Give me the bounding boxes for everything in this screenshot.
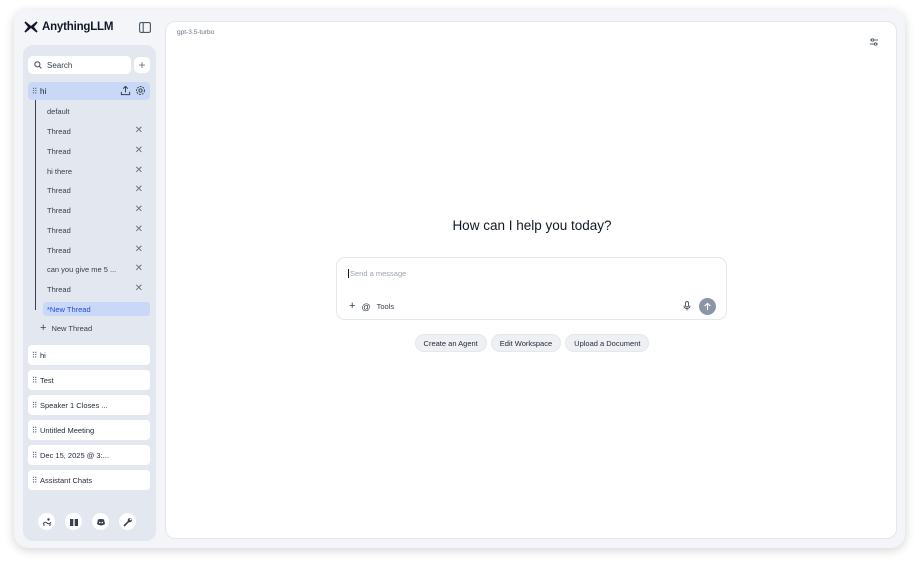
community-icon <box>42 517 51 526</box>
thread-label: Thread <box>47 245 71 255</box>
thread-tree-line <box>35 100 36 310</box>
workspace-name: Untitled Meeting <box>40 425 95 435</box>
settings-wrench-icon <box>123 517 132 526</box>
mention-at-icon[interactable]: @ <box>361 302 370 312</box>
model-name[interactable]: gpt-3.5-turbo <box>177 29 214 36</box>
workspace-name: hi <box>40 86 47 96</box>
new-thread-button[interactable]: + New Thread <box>40 323 92 334</box>
thread-label: Thread <box>47 146 71 156</box>
drag-handle-icon[interactable]: ⠿ <box>28 376 40 385</box>
arrow-up-icon <box>704 302 711 311</box>
chat-panel: gpt-3.5-turbo How can I help you today? … <box>165 21 897 539</box>
thread-item[interactable]: Thread ✕ <box>43 144 150 158</box>
workspace-name: hi <box>40 350 46 360</box>
docs-book-icon <box>69 518 78 526</box>
gear-icon[interactable] <box>135 85 146 96</box>
delete-thread-icon[interactable]: ✕ <box>135 244 143 256</box>
workspace-item[interactable]: ⠿ Dec 15, 2025 @ 3:... <box>28 445 150 465</box>
workspace-item[interactable]: ⠿ Speaker 1 Closes ... <box>28 395 150 415</box>
edit-workspace-button[interactable]: Edit Workspace <box>490 334 562 352</box>
tools-button[interactable]: Tools <box>377 302 395 311</box>
composer-tools: + @ Tools <box>349 301 394 312</box>
thread-item[interactable]: Thread ✕ <box>43 282 150 296</box>
app-name: AnythingLLM <box>42 21 114 33</box>
drag-handle-icon[interactable]: ⠿ <box>28 476 40 485</box>
thread-label: Thread <box>47 225 71 235</box>
search-placeholder: Search <box>47 60 73 70</box>
suggestion-chips: Create an Agent Edit Workspace Upload a … <box>166 334 898 352</box>
sliders-icon[interactable] <box>869 37 879 47</box>
thread-item[interactable]: Thread ✕ <box>43 183 150 197</box>
workspace-name: Test <box>40 375 54 385</box>
workspace-name: Speaker 1 Closes ... <box>40 400 108 410</box>
message-composer[interactable]: Send a message + @ Tools <box>336 257 727 320</box>
create-agent-button[interactable]: Create an Agent <box>414 334 487 352</box>
delete-thread-icon[interactable]: ✕ <box>135 145 143 157</box>
discord-button[interactable] <box>92 513 109 530</box>
workspace-name: Assistant Chats <box>40 475 93 485</box>
thread-label: Thread <box>47 126 71 136</box>
delete-thread-icon[interactable]: ✕ <box>135 125 143 137</box>
upload-document-button[interactable]: Upload a Document <box>565 334 650 352</box>
thread-label: Thread <box>47 185 71 195</box>
search-icon <box>34 61 42 69</box>
new-workspace-button[interactable]: + <box>134 57 150 73</box>
thread-item[interactable]: can you give me 5 ... ✕ <box>43 262 150 276</box>
app-logo: AnythingLLM <box>24 21 113 33</box>
thread-item[interactable]: Thread ✕ <box>43 124 150 138</box>
thread-label: *New Thread <box>47 304 91 314</box>
thread-label: hi there <box>47 166 73 176</box>
workspace-item[interactable]: ⠿ Assistant Chats <box>28 470 150 490</box>
thread-item[interactable]: Thread ✕ <box>43 223 150 237</box>
thread-label: Thread <box>47 205 71 215</box>
workspace-item[interactable]: ⠿ hi <box>28 345 150 365</box>
thread-item-current[interactable]: *New Thread <box>43 302 150 316</box>
drag-handle-icon[interactable]: ⠿ <box>28 351 40 360</box>
thread-item[interactable]: hi there ✕ <box>43 164 150 178</box>
workspace-item[interactable]: ⠿ Test <box>28 370 150 390</box>
delete-thread-icon[interactable]: ✕ <box>135 184 143 196</box>
search-input[interactable]: Search <box>28 56 131 74</box>
drag-handle-icon[interactable]: ⠿ <box>28 426 40 435</box>
settings-button[interactable] <box>119 513 136 530</box>
plus-icon: + <box>40 322 47 334</box>
discord-icon <box>96 518 105 525</box>
community-button[interactable] <box>38 513 55 530</box>
delete-thread-icon[interactable]: ✕ <box>135 263 143 275</box>
workspace-item[interactable]: ⠿ Untitled Meeting <box>28 420 150 440</box>
thread-label: Thread <box>47 284 71 294</box>
drag-handle-icon[interactable]: ⠿ <box>28 401 40 410</box>
thread-label: default <box>47 106 70 116</box>
workspace-name: Dec 15, 2025 @ 3:... <box>40 450 109 460</box>
docs-button[interactable] <box>65 513 82 530</box>
delete-thread-icon[interactable]: ✕ <box>135 283 143 295</box>
drag-handle-icon[interactable]: ⠿ <box>28 451 40 460</box>
active-workspace[interactable]: ⠿ hi <box>28 82 150 100</box>
thread-label: can you give me 5 ... <box>47 264 117 274</box>
greeting-heading: How can I help you today? <box>452 218 612 233</box>
sidebar-toggle-icon[interactable] <box>139 22 151 33</box>
microphone-icon[interactable] <box>683 301 691 311</box>
plus-icon: + <box>138 58 146 72</box>
sidebar-footer <box>38 513 136 530</box>
drag-handle-icon[interactable]: ⠿ <box>28 87 40 96</box>
upload-icon[interactable] <box>120 85 131 96</box>
thread-item[interactable]: Thread ✕ <box>43 203 150 217</box>
anythingllm-logo-icon <box>24 21 38 33</box>
send-button[interactable] <box>699 298 716 315</box>
delete-thread-icon[interactable]: ✕ <box>135 204 143 216</box>
message-input[interactable]: Send a message <box>348 269 406 278</box>
delete-thread-icon[interactable]: ✕ <box>135 165 143 177</box>
new-thread-label: New Thread <box>51 324 93 333</box>
attach-plus-icon[interactable]: + <box>349 301 355 312</box>
delete-thread-icon[interactable]: ✕ <box>135 224 143 236</box>
thread-item-default[interactable]: default <box>43 104 150 118</box>
thread-item[interactable]: Thread ✕ <box>43 243 150 257</box>
